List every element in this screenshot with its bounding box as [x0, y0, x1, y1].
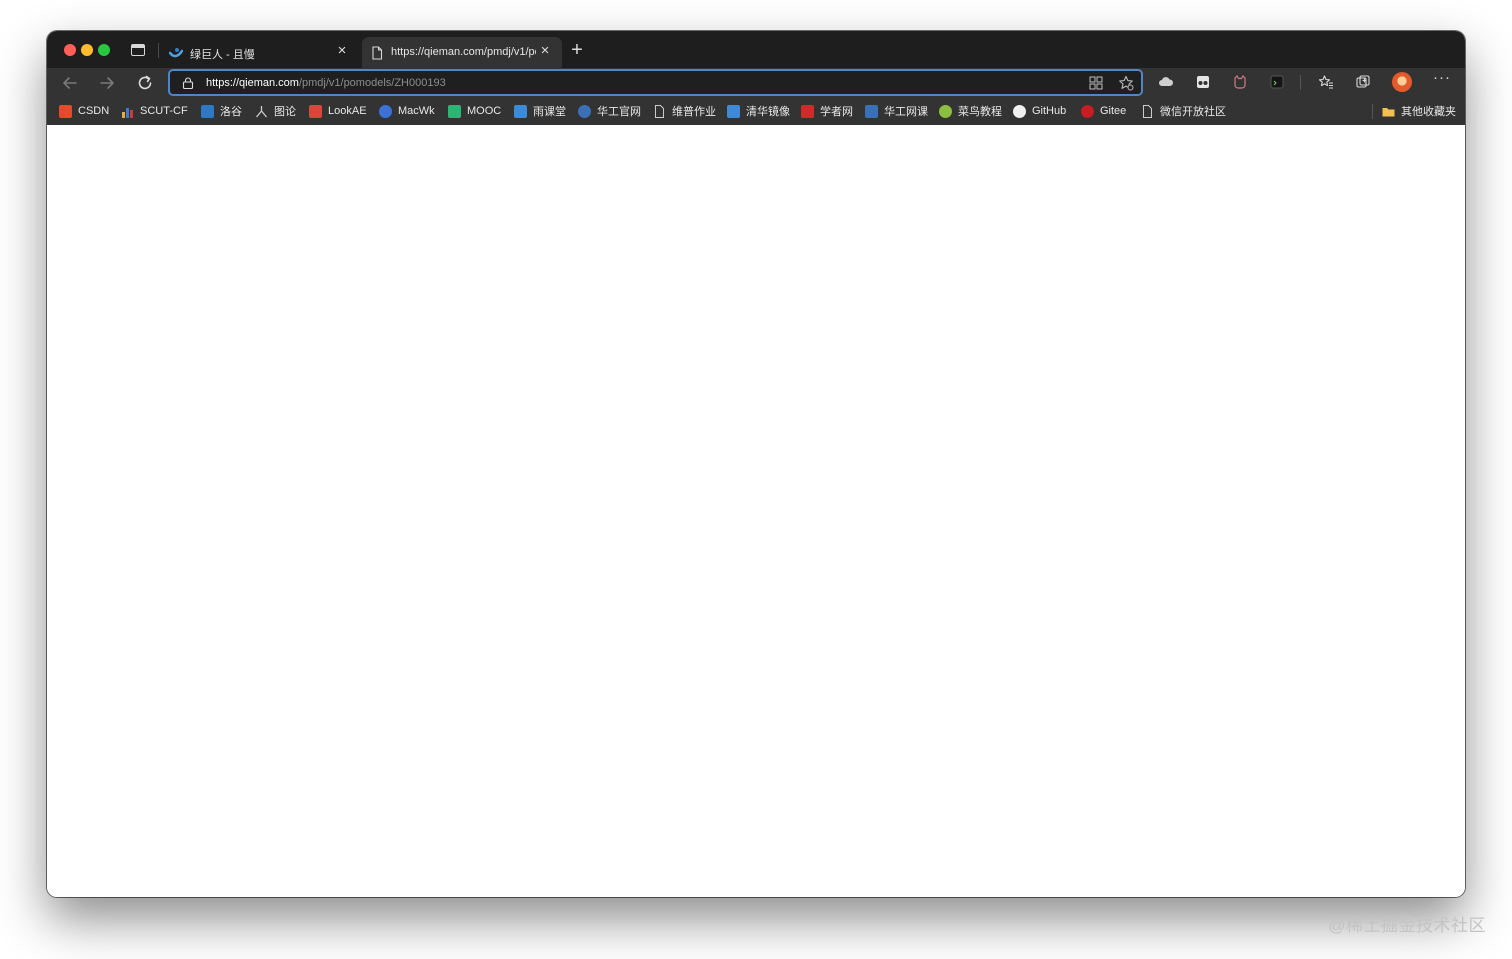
browser-window: 绿巨人 - 且慢 × https://qieman.com/pmdj/v1/po…	[47, 31, 1465, 897]
bookmark-runoob[interactable]: 菜鸟教程	[939, 97, 1002, 125]
bookmarks-divider	[1372, 104, 1373, 119]
bookmark-label: 华工网课	[884, 106, 928, 118]
bookmark-luogu[interactable]: 洛谷	[201, 97, 242, 125]
collections-icon[interactable]	[1355, 74, 1371, 90]
reload-icon[interactable]	[134, 72, 156, 94]
bookmark-label: 华工官网	[597, 106, 641, 118]
tab-strip: 绿巨人 - 且慢 × https://qieman.com/pmdj/v1/po…	[47, 31, 1465, 68]
bookmark-label: 菜鸟教程	[958, 106, 1002, 118]
scut-course-icon	[865, 104, 878, 118]
forward-arrow-icon[interactable]	[96, 72, 118, 94]
profile-avatar[interactable]	[1392, 72, 1412, 92]
close-tab-icon[interactable]: ×	[538, 43, 552, 58]
mooc-icon	[448, 104, 461, 118]
bookmark-label: LookAE	[328, 105, 367, 117]
scut-icon	[578, 104, 591, 118]
bookmark-label: Gitee	[1100, 105, 1127, 117]
bar-chart-icon	[122, 107, 133, 118]
more-menu-icon[interactable]: ···	[1432, 69, 1452, 93]
extension-terminal-icon[interactable]	[1269, 74, 1285, 90]
tab-title: https://qieman.com/pmdj/v1/pomodels/ZH00…	[391, 46, 536, 58]
bookmark-scholat[interactable]: 学者网	[801, 97, 853, 125]
bookmark-label: 雨课堂	[533, 106, 566, 118]
bookmark-lookae[interactable]: LookAE	[309, 97, 367, 125]
tab-qieman[interactable]: 绿巨人 - 且慢 ×	[161, 37, 359, 68]
bookmark-label: GitHub	[1032, 105, 1067, 117]
bookmark-label: MacWk	[398, 105, 435, 117]
bookmark-vip-homework[interactable]: 维普作业	[653, 97, 716, 125]
scholat-icon	[801, 104, 814, 118]
bookmark-gitee[interactable]: Gitee	[1081, 97, 1126, 125]
url-text[interactable]: https://qieman.com/pmdj/v1/pomodels/ZH00…	[206, 77, 446, 89]
favorites-icon[interactable]	[1318, 74, 1334, 90]
toolbar: https://qieman.com/pmdj/v1/pomodels/ZH00…	[47, 68, 1465, 97]
close-window-button[interactable]	[64, 44, 76, 56]
gitee-icon	[1081, 104, 1094, 118]
csdn-icon	[59, 104, 72, 118]
address-bar[interactable]: https://qieman.com/pmdj/v1/pomodels/ZH00…	[168, 69, 1143, 96]
other-bookmarks-label: 其他收藏夹	[1401, 106, 1456, 118]
bookmark-scut-official[interactable]: 华工官网	[578, 97, 641, 125]
bookmark-label: 图论	[274, 106, 296, 118]
add-favorite-star-icon[interactable]	[1118, 75, 1134, 91]
minimize-window-button[interactable]	[81, 44, 93, 56]
url-path: /pmdj/v1/pomodels/ZH000193	[298, 77, 446, 89]
bookmark-tuna-mirror[interactable]: 清华镜像	[727, 97, 790, 125]
bookmark-scut-cf[interactable]: SCUT-CF	[121, 97, 188, 125]
bookmark-graph-theory[interactable]: 图论	[255, 97, 296, 125]
bookmark-label: 学者网	[820, 106, 853, 118]
sidebar-toggle-icon[interactable]	[131, 44, 145, 56]
bookmark-label: 洛谷	[220, 106, 242, 118]
bookmark-label: MOOC	[467, 105, 502, 117]
page-icon	[372, 46, 383, 60]
lookae-icon	[309, 104, 322, 118]
bookmark-csdn[interactable]: CSDN	[59, 97, 109, 125]
toolbar-divider	[1300, 75, 1301, 90]
page-content[interactable]	[47, 125, 1465, 897]
page-icon	[655, 104, 664, 118]
close-tab-icon[interactable]: ×	[335, 43, 349, 58]
tab-active[interactable]: https://qieman.com/pmdj/v1/pomodels/ZH00…	[362, 37, 562, 68]
rain-classroom-icon	[514, 104, 527, 118]
extension-cloud-icon[interactable]	[1158, 74, 1174, 90]
watermark: @稀土掘金技术社区	[1328, 916, 1486, 935]
tab-divider	[158, 43, 159, 58]
bookmarks-bar: CSDN SCUT-CF 洛谷 图论 LookAE MacWk MOOC 雨课堂…	[47, 97, 1465, 125]
tuna-icon	[727, 104, 740, 118]
qieman-logo-icon	[169, 48, 183, 58]
macwk-icon	[379, 104, 392, 118]
lock-icon[interactable]	[182, 77, 194, 89]
bookmark-wechat-dev[interactable]: 微信开放社区	[1141, 97, 1226, 125]
tab-title: 绿巨人 - 且慢	[190, 49, 255, 61]
bookmark-label: 维普作业	[672, 106, 716, 118]
bookmark-github[interactable]: GitHub	[1013, 97, 1066, 125]
bookmark-label: SCUT-CF	[140, 105, 188, 117]
bookmark-mooc[interactable]: MOOC	[448, 97, 501, 125]
bookmark-label: 微信开放社区	[1160, 106, 1226, 118]
bookmark-label: 清华镜像	[746, 106, 790, 118]
bookmark-scut-course[interactable]: 华工网课	[865, 97, 928, 125]
bookmark-label: CSDN	[78, 105, 110, 117]
github-icon	[1013, 104, 1026, 118]
zoom-window-button[interactable]	[98, 44, 110, 56]
page-icon	[1143, 104, 1152, 118]
extension-cat-icon[interactable]	[1232, 74, 1248, 90]
url-origin: https://qieman.com	[206, 77, 299, 89]
bookmark-macwk[interactable]: MacWk	[379, 97, 435, 125]
bookmark-rain-classroom[interactable]: 雨课堂	[514, 97, 566, 125]
back-arrow-icon[interactable]	[59, 72, 81, 94]
graph-icon	[256, 105, 267, 117]
luogu-icon	[201, 104, 214, 118]
other-bookmarks-folder[interactable]: 其他收藏夹	[1382, 97, 1456, 125]
app-available-icon[interactable]	[1088, 75, 1104, 91]
new-tab-button[interactable]: +	[568, 40, 586, 60]
extension-glasses-icon[interactable]	[1195, 74, 1211, 90]
runoob-icon	[939, 104, 952, 118]
folder-icon	[1382, 107, 1395, 116]
